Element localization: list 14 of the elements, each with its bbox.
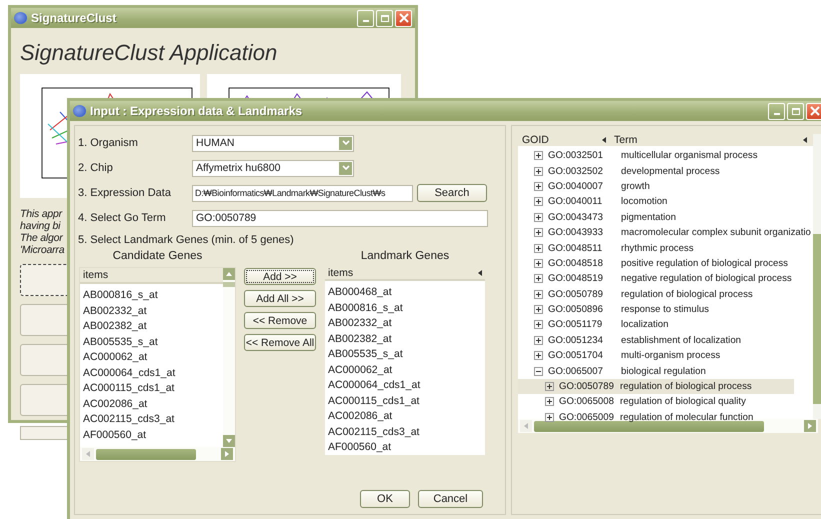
window-title: Input : Expression data & Landmarks (90, 104, 302, 118)
field-label: 4. Select Go Term (78, 212, 167, 224)
description-text: 'Microarra (20, 244, 64, 256)
app-heading: SignatureClust Application (20, 40, 278, 66)
field-label: 3. Expression Data (78, 187, 172, 199)
description-text: The algor (20, 232, 63, 244)
list-heading: Candidate Genes (112, 250, 204, 262)
field-label: 1. Organism (78, 137, 139, 149)
description-text: having bi (20, 220, 60, 232)
field-label: 2. Chip (78, 162, 114, 174)
description-text: This appr (20, 208, 62, 220)
landmark-prompt: 5. Select Landmark Genes (min. of 5 genes) (78, 234, 295, 246)
window-title: SignatureClust (31, 11, 116, 25)
list-heading: Landmark Genes (360, 250, 450, 262)
